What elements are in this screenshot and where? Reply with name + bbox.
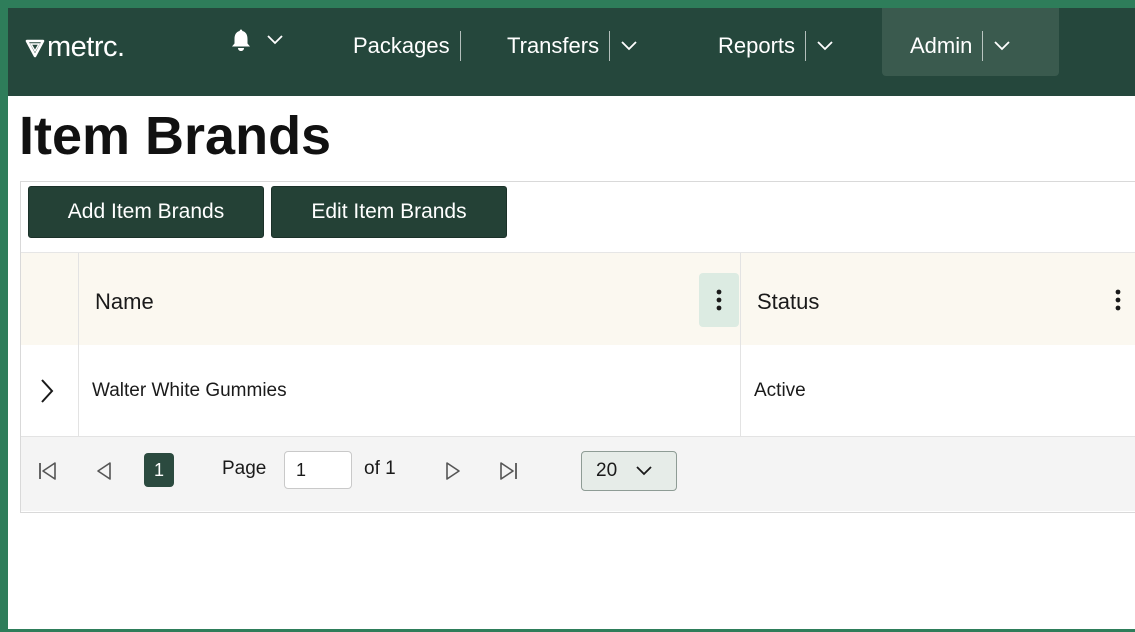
column-divider xyxy=(78,345,79,436)
page-size-select[interactable]: 20 xyxy=(581,451,677,491)
column-divider xyxy=(78,253,79,346)
chevron-down-icon xyxy=(817,41,833,51)
nav-admin-label: Admin xyxy=(910,33,973,58)
item-brands-grid: Add Item Brands Edit Item Brands Name St… xyxy=(20,181,1135,513)
nav-separator xyxy=(609,31,611,61)
column-header-name[interactable]: Name xyxy=(95,289,154,315)
nav-transfers[interactable]: Transfers xyxy=(507,26,638,66)
current-page-button[interactable]: 1 xyxy=(144,453,174,487)
cell-status: Active xyxy=(754,380,806,401)
cell-name: Walter White Gummies xyxy=(92,380,287,401)
logo-text: metrc xyxy=(47,31,118,63)
nav-reports[interactable]: Reports xyxy=(718,26,834,66)
kebab-icon xyxy=(716,289,722,311)
table-row[interactable]: Walter White Gummies Active xyxy=(21,345,1135,437)
page-title: Item Brands xyxy=(19,106,332,166)
nav-admin[interactable]: Admin xyxy=(910,26,1011,66)
nav-separator xyxy=(982,31,984,61)
metrc-logo[interactable]: metrc. xyxy=(25,31,125,64)
column-header-status[interactable]: Status xyxy=(757,289,819,315)
page-label: Page xyxy=(222,458,267,479)
edit-item-brands-button[interactable]: Edit Item Brands xyxy=(271,186,507,238)
column-divider xyxy=(740,253,741,346)
page-size-value: 20 xyxy=(596,460,618,481)
first-page-icon[interactable] xyxy=(37,459,59,483)
nav-separator xyxy=(805,31,807,61)
kebab-icon xyxy=(1115,289,1121,311)
nav-separator xyxy=(459,31,461,61)
grid-toolbar: Add Item Brands Edit Item Brands xyxy=(21,182,1135,252)
bell-icon xyxy=(232,29,250,51)
app-frame: metrc. Packages Transfers Reports Admin … xyxy=(8,8,1135,629)
name-column-menu-icon[interactable] xyxy=(699,273,739,327)
logo-mark-icon xyxy=(25,39,45,57)
top-navbar: metrc. Packages Transfers Reports Admin xyxy=(8,8,1135,96)
notifications-menu[interactable] xyxy=(230,28,284,52)
chevron-down-icon xyxy=(636,466,652,476)
chevron-down-icon xyxy=(621,41,637,51)
page-number-input[interactable] xyxy=(284,451,352,489)
previous-page-icon[interactable] xyxy=(93,459,115,483)
table-header-row: Name Status xyxy=(21,252,1135,346)
nav-transfers-label: Transfers xyxy=(507,33,600,58)
pager: 1 Page of 1 20 xyxy=(21,437,1135,511)
expand-row-chevron-icon[interactable] xyxy=(35,375,59,407)
next-page-icon[interactable] xyxy=(442,459,464,483)
page-count-label: of 1 xyxy=(364,458,396,479)
add-item-brands-button[interactable]: Add Item Brands xyxy=(28,186,264,238)
column-divider xyxy=(740,345,741,436)
chevron-down-icon xyxy=(994,41,1010,51)
logo-dot: . xyxy=(117,31,125,63)
nav-reports-label: Reports xyxy=(718,33,796,58)
nav-packages-label: Packages xyxy=(353,33,450,58)
status-column-menu-icon[interactable] xyxy=(1098,273,1135,327)
last-page-icon[interactable] xyxy=(497,459,519,483)
chevron-down-icon xyxy=(267,35,283,45)
nav-packages[interactable]: Packages xyxy=(353,26,471,66)
